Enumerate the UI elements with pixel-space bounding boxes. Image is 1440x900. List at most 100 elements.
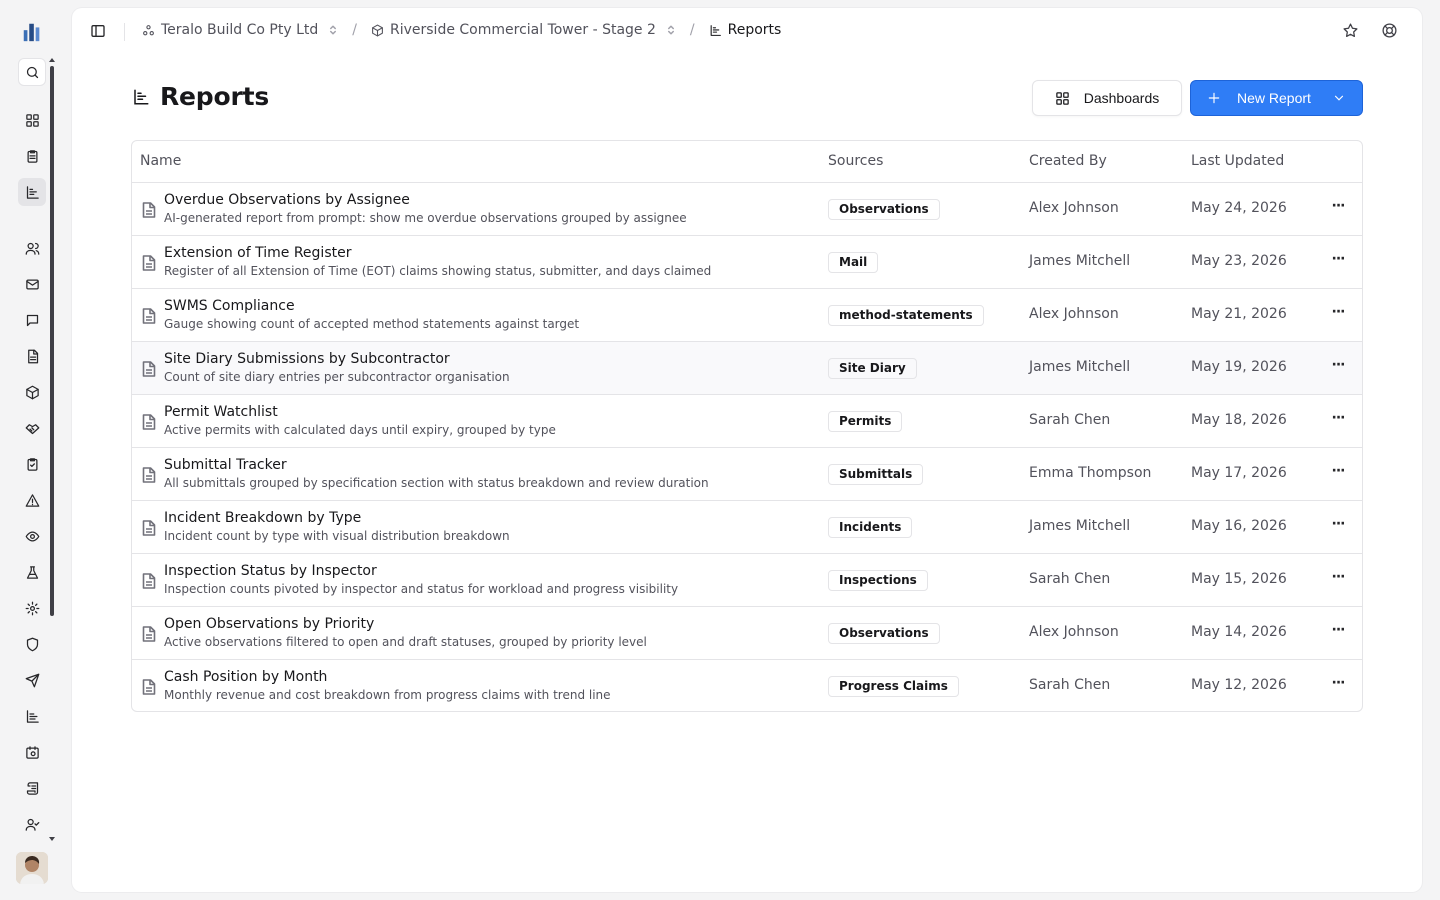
document-icon	[142, 308, 156, 324]
rail-eye-icon[interactable]	[18, 522, 46, 550]
row-more-icon[interactable]: ···	[1328, 358, 1348, 376]
row-more-icon[interactable]: ···	[1328, 570, 1348, 588]
document-icon	[142, 414, 156, 430]
rail-settings-icon[interactable]	[18, 594, 46, 622]
table-row[interactable]: Extension of Time Register Register of al…	[132, 236, 1362, 289]
rail-handshake-icon[interactable]	[18, 414, 46, 442]
table-row[interactable]: SWMS Compliance Gauge showing count of ac…	[132, 289, 1362, 342]
rail-calendar-clock-icon[interactable]	[18, 738, 46, 766]
reports-icon	[710, 24, 721, 36]
source-badge: method-statements	[828, 305, 984, 326]
created-by: Alex Johnson	[1029, 306, 1119, 322]
rail-checklist-icon[interactable]	[18, 450, 46, 478]
chevron-down-icon	[1334, 95, 1344, 101]
report-description: Inspection counts pivoted by inspector a…	[164, 582, 679, 596]
table-row[interactable]: Incident Breakdown by Type Incident count…	[132, 501, 1362, 554]
new-report-button[interactable]: New Report	[1190, 80, 1363, 116]
topbar-divider	[124, 23, 125, 41]
report-description: Incident count by type with visual distr…	[164, 529, 510, 543]
rail-package-icon[interactable]	[18, 378, 46, 406]
breadcrumb-project[interactable]: Riverside Commercial Tower - Stage 2	[371, 22, 676, 38]
row-more-icon[interactable]: ···	[1328, 199, 1348, 217]
column-header-sources[interactable]: Sources	[828, 153, 883, 169]
created-by: James Mitchell	[1029, 253, 1131, 269]
report-description: Gauge showing count of accepted method s…	[164, 317, 580, 331]
report-title[interactable]: Incident Breakdown by Type	[164, 510, 361, 526]
table-row[interactable]: Cash Position by Month Monthly revenue an…	[132, 660, 1362, 711]
help-lifebuoy-icon[interactable]	[1381, 22, 1398, 43]
app-logo-icon[interactable]	[20, 20, 44, 44]
dashboards-button[interactable]: Dashboards	[1032, 80, 1182, 116]
table-row[interactable]: Open Observations by Priority Active obse…	[132, 607, 1362, 660]
table-row[interactable]: Overdue Observations by Assignee AI-gener…	[132, 183, 1362, 236]
rail-document-icon[interactable]	[18, 342, 46, 370]
row-more-icon[interactable]: ···	[1328, 252, 1348, 270]
table-row[interactable]: Inspection Status by Inspector Inspection…	[132, 554, 1362, 607]
row-more-icon[interactable]: ···	[1328, 411, 1348, 429]
document-icon	[142, 361, 156, 377]
star-icon[interactable]	[1342, 22, 1359, 43]
rail-flask-icon[interactable]	[18, 558, 46, 586]
rail-clipboard-icon[interactable]	[18, 142, 46, 170]
rail-warning-icon[interactable]	[18, 486, 46, 514]
last-updated: May 21, 2026	[1191, 306, 1287, 322]
user-avatar[interactable]	[16, 852, 48, 884]
sidebar-toggle-icon[interactable]	[90, 23, 108, 41]
document-icon	[142, 626, 156, 642]
column-header-last-updated[interactable]: Last Updated	[1191, 153, 1284, 169]
rail-scroll-icon[interactable]	[18, 774, 46, 802]
rail-mail-icon[interactable]	[18, 270, 46, 298]
main-panel: Teralo Build Co Pty Ltd / Riverside Comm…	[72, 8, 1422, 892]
document-icon	[142, 573, 156, 589]
last-updated: May 14, 2026	[1191, 624, 1287, 640]
report-title[interactable]: Overdue Observations by Assignee	[164, 192, 410, 208]
top-bar: Teralo Build Co Pty Ltd / Riverside Comm…	[72, 8, 1422, 56]
column-header-created-by[interactable]: Created By	[1029, 153, 1107, 169]
last-updated: May 15, 2026	[1191, 571, 1287, 587]
breadcrumb-project-label: Riverside Commercial Tower - Stage 2	[389, 22, 656, 38]
report-title[interactable]: Submittal Tracker	[164, 457, 287, 473]
report-title[interactable]: Extension of Time Register	[164, 245, 351, 261]
table-row[interactable]: Site Diary Submissions by Subcontractor C…	[132, 342, 1362, 395]
report-title[interactable]: Cash Position by Month	[164, 669, 327, 685]
row-more-icon[interactable]: ···	[1328, 517, 1348, 535]
rail-shield-icon[interactable]	[18, 630, 46, 658]
rail-scrollbar[interactable]	[50, 66, 54, 616]
rail-list-chart-icon[interactable]	[18, 702, 46, 730]
source-badge: Observations	[828, 623, 940, 644]
app-rail	[0, 0, 64, 900]
row-more-icon[interactable]: ···	[1328, 464, 1348, 482]
rail-user-check-icon[interactable]	[18, 810, 46, 838]
table-row[interactable]: Permit Watchlist Active permits with calc…	[132, 395, 1362, 448]
report-title[interactable]: Open Observations by Priority	[164, 616, 374, 632]
chevrons-up-down-icon	[330, 25, 337, 35]
rail-reports-icon[interactable]	[18, 178, 46, 206]
report-title[interactable]: SWMS Compliance	[164, 298, 295, 314]
document-icon	[142, 679, 156, 695]
report-description: All submittals grouped by specification …	[164, 476, 709, 490]
column-header-name[interactable]: Name	[140, 153, 181, 169]
source-badge: Mail	[828, 252, 879, 273]
report-title[interactable]: Permit Watchlist	[164, 404, 278, 420]
reports-icon	[134, 89, 149, 104]
report-description: Active observations filtered to open and…	[164, 635, 647, 649]
reports-table: Name Sources Created By Last Updated Ove…	[131, 140, 1363, 712]
report-title[interactable]: Inspection Status by Inspector	[164, 563, 377, 579]
breadcrumb-current-label: Reports	[727, 22, 782, 38]
rail-users-icon[interactable]	[18, 234, 46, 262]
table-row[interactable]: Submittal Tracker All submittals grouped …	[132, 448, 1362, 501]
table-header: Name Sources Created By Last Updated	[132, 141, 1362, 183]
report-description: AI-generated report from prompt: show me…	[164, 211, 687, 225]
last-updated: May 18, 2026	[1191, 412, 1287, 428]
rail-chat-icon[interactable]	[18, 306, 46, 334]
report-title[interactable]: Site Diary Submissions by Subcontractor	[164, 351, 450, 367]
row-more-icon[interactable]: ···	[1328, 623, 1348, 641]
breadcrumb-org[interactable]: Teralo Build Co Pty Ltd	[142, 22, 338, 38]
rail-scroll-up-arrow[interactable]	[49, 58, 55, 62]
row-more-icon[interactable]: ···	[1328, 305, 1348, 323]
rail-dashboard-icon[interactable]	[18, 106, 46, 134]
row-more-icon[interactable]: ···	[1328, 676, 1348, 694]
rail-search-icon[interactable]	[18, 58, 46, 86]
rail-send-icon[interactable]	[18, 666, 46, 694]
rail-scroll-down-arrow[interactable]	[49, 837, 55, 841]
